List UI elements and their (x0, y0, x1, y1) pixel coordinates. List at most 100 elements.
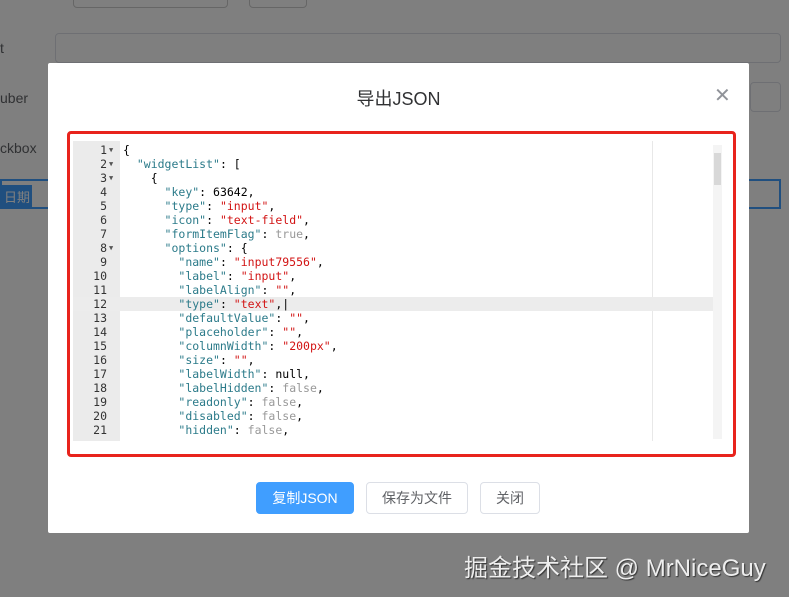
code-text: "type": "input", (123, 199, 276, 213)
fold-arrow-icon[interactable]: ▼ (109, 241, 113, 255)
code-token: : (219, 353, 234, 367)
code-text: { (123, 143, 130, 157)
code-token: , (296, 395, 304, 409)
code-line[interactable]: 12 "type": "text",| (73, 297, 713, 311)
line-number: 20 (93, 409, 107, 423)
close-icon[interactable]: ✕ (714, 83, 731, 108)
code-token: "type" (164, 199, 207, 213)
line-number: 14 (93, 325, 107, 339)
code-token: "" (282, 325, 297, 339)
code-token: "labelAlign" (178, 283, 262, 297)
code-line[interactable]: 4 "key": 63642, (73, 185, 713, 199)
line-number: 2 (100, 157, 107, 171)
code-token: , (289, 269, 297, 283)
code-line[interactable]: 13 "defaultValue": "", (73, 311, 713, 325)
fold-arrow-icon[interactable]: ▼ (109, 143, 113, 157)
line-number: 12 (93, 297, 107, 311)
code-text: "readonly": false, (123, 395, 303, 409)
code-line[interactable]: 3 ▼ { (73, 171, 713, 185)
line-number: 9 (100, 255, 107, 269)
fold-arrow-icon[interactable]: ▼ (109, 171, 113, 185)
line-number: 21 (93, 423, 107, 437)
code-text: "defaultValue": "", (123, 311, 310, 325)
code-line[interactable]: 5 "type": "input", (73, 199, 713, 213)
code-line[interactable]: 10 "label": "input", (73, 269, 713, 283)
code-line[interactable]: 20 "disabled": false, (73, 409, 713, 423)
fold-arrow-icon[interactable]: ▼ (109, 157, 113, 171)
code-token: "input" (219, 199, 269, 213)
code-token: null (275, 367, 304, 381)
code-text: "size": "", (123, 353, 255, 367)
code-line[interactable]: 11 "labelAlign": "", (73, 283, 713, 297)
code-line[interactable]: 8 ▼ "options": { (73, 241, 713, 255)
code-token: , (268, 199, 276, 213)
code-token: , (289, 283, 297, 297)
line-number: 11 (93, 283, 107, 297)
code-token: : (226, 269, 241, 283)
code-token: , (247, 185, 255, 199)
code-token: "200px" (282, 339, 331, 353)
code-token: : (261, 227, 276, 241)
code-token: : (268, 339, 283, 353)
code-text: { (123, 171, 158, 185)
line-number: 13 (93, 311, 107, 325)
code-token: "hidden" (178, 423, 234, 437)
code-line[interactable]: 21 "hidden": false, (73, 423, 713, 437)
code-text: "widgetList": [ (123, 157, 241, 171)
code-token: "options" (164, 241, 227, 255)
code-line[interactable]: 18 "labelHidden": false, (73, 381, 713, 395)
code-token: : (275, 311, 290, 325)
code-token: , (330, 339, 338, 353)
code-text: "icon": "text-field", (123, 213, 310, 227)
save-as-file-button[interactable]: 保存为文件 (366, 482, 468, 514)
line-number: 5 (100, 199, 107, 213)
code-text: "hidden": false, (123, 423, 289, 437)
code-line[interactable]: 19 "readonly": false, (73, 395, 713, 409)
code-line[interactable]: 2 ▼ "widgetList": [ (73, 157, 713, 171)
code-token: 63642 (213, 185, 248, 199)
code-token: "formItemFlag" (164, 227, 262, 241)
code-token: "widgetList" (136, 157, 220, 171)
code-text: "placeholder": "", (123, 325, 303, 339)
code-token: "" (233, 353, 248, 367)
code-token: true (275, 227, 304, 241)
code-token: : (206, 213, 220, 227)
code-text: "labelWidth": null, (123, 367, 310, 381)
code-token: "size" (178, 353, 220, 367)
code-line[interactable]: 6 "icon": "text-field", (73, 213, 713, 227)
code-token: : (261, 367, 276, 381)
code-token: : (268, 381, 283, 395)
code-token: false (282, 381, 317, 395)
scrollbar-thumb[interactable] (714, 153, 721, 185)
code-line[interactable]: 9 "name": "input79556", (73, 255, 713, 269)
code-line[interactable]: 16 "size": "", (73, 353, 713, 367)
code-token: "" (289, 311, 304, 325)
code-token: , (247, 353, 255, 367)
code-text: "columnWidth": "200px", (123, 339, 338, 353)
line-number: 8 (100, 241, 107, 255)
copy-json-button[interactable]: 复制JSON (256, 482, 354, 514)
code-token: : (247, 395, 262, 409)
line-number: 16 (93, 353, 107, 367)
json-code-editor[interactable]: 1 ▼{2 ▼ "widgetList": [3 ▼ {4 "key": 63642,… (73, 141, 729, 441)
code-token: "input" (240, 269, 290, 283)
code-token: "placeholder" (178, 325, 269, 339)
code-token: "text-field" (219, 213, 304, 227)
close-button[interactable]: 关闭 (480, 482, 540, 514)
code-token: : (206, 199, 220, 213)
code-line[interactable]: 14 "placeholder": "", (73, 325, 713, 339)
code-token: ,| (275, 297, 290, 311)
code-line[interactable]: 1 ▼ { (73, 143, 713, 157)
code-token: "label" (178, 269, 227, 283)
code-token: : (261, 283, 276, 297)
code-token: "columnWidth" (178, 339, 269, 353)
code-line[interactable]: 15 "columnWidth": "200px", (73, 339, 713, 353)
code-text: "key": 63642, (123, 185, 255, 199)
code-token: : (268, 325, 283, 339)
code-token: "text" (233, 297, 276, 311)
vertical-scrollbar[interactable] (713, 145, 722, 439)
line-number: 3 (100, 171, 107, 185)
code-line[interactable]: 7 "formItemFlag": true, (73, 227, 713, 241)
code-token: "input79556" (233, 255, 317, 269)
code-line[interactable]: 17 "labelWidth": null, (73, 367, 713, 381)
